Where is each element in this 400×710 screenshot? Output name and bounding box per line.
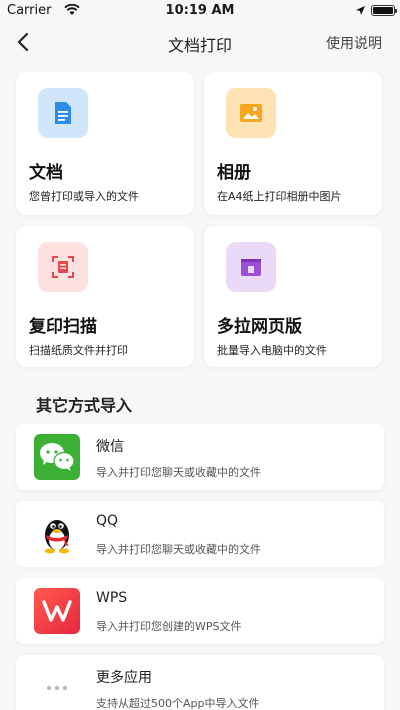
location-arrow-icon bbox=[356, 6, 365, 15]
row-title: QQ bbox=[96, 513, 119, 529]
more-dots-icon bbox=[34, 665, 80, 710]
row-title: 更多应用 bbox=[96, 670, 152, 686]
import-qq-row[interactable]: QQ 导入并打印您聊天或收藏中的文件 bbox=[16, 501, 384, 567]
card-title: 多拉网页版 bbox=[217, 317, 302, 337]
card-subtitle: 在A4纸上打印相册中图片 bbox=[217, 190, 342, 203]
card-subtitle: 您曾打印或导入的文件 bbox=[29, 190, 139, 203]
album-card[interactable]: 相册 在A4纸上打印相册中图片 bbox=[204, 72, 382, 215]
clock: 10:19 AM bbox=[165, 3, 235, 18]
copy-scan-card[interactable]: 复印扫描 扫描纸质文件并打印 bbox=[16, 226, 194, 367]
document-icon bbox=[38, 88, 88, 138]
row-subtitle: 支持从超过500个App中导入文件 bbox=[96, 697, 260, 710]
instructions-button[interactable]: 使用说明 bbox=[326, 33, 382, 53]
battery-level bbox=[373, 7, 393, 14]
card-title: 复印扫描 bbox=[29, 317, 97, 337]
card-title: 文档 bbox=[29, 163, 63, 183]
import-wps-row[interactable]: WPS 导入并打印您创建的WPS文件 bbox=[16, 578, 384, 644]
documents-card[interactable]: 文档 您曾打印或导入的文件 bbox=[16, 72, 194, 215]
status-bar: Carrier 10:19 AM bbox=[0, 0, 400, 22]
card-subtitle: 扫描纸质文件并打印 bbox=[29, 344, 128, 357]
row-title: WPS bbox=[96, 590, 128, 606]
wechat-icon bbox=[34, 434, 80, 480]
battery-icon bbox=[371, 5, 397, 16]
web-version-card[interactable]: 多拉网页版 批量导入电脑中的文件 bbox=[204, 226, 382, 367]
row-subtitle: 导入并打印您聊天或收藏中的文件 bbox=[96, 543, 261, 556]
wps-icon bbox=[34, 588, 80, 634]
card-subtitle: 批量导入电脑中的文件 bbox=[217, 344, 327, 357]
row-subtitle: 导入并打印您聊天或收藏中的文件 bbox=[96, 466, 261, 479]
card-title: 相册 bbox=[217, 163, 251, 183]
import-wechat-row[interactable]: 微信 导入并打印您聊天或收藏中的文件 bbox=[16, 424, 384, 490]
photo-icon bbox=[226, 88, 276, 138]
section-title: 其它方式导入 bbox=[36, 396, 133, 415]
folder-icon bbox=[226, 242, 276, 292]
qq-penguin-icon bbox=[34, 511, 80, 557]
row-subtitle: 导入并打印您创建的WPS文件 bbox=[96, 620, 242, 633]
row-title: 微信 bbox=[96, 439, 124, 455]
import-more-apps-row[interactable]: 更多应用 支持从超过500个App中导入文件 bbox=[16, 655, 384, 710]
scan-icon bbox=[38, 242, 88, 292]
navigation-bar: 文档打印 使用说明 bbox=[0, 22, 400, 62]
